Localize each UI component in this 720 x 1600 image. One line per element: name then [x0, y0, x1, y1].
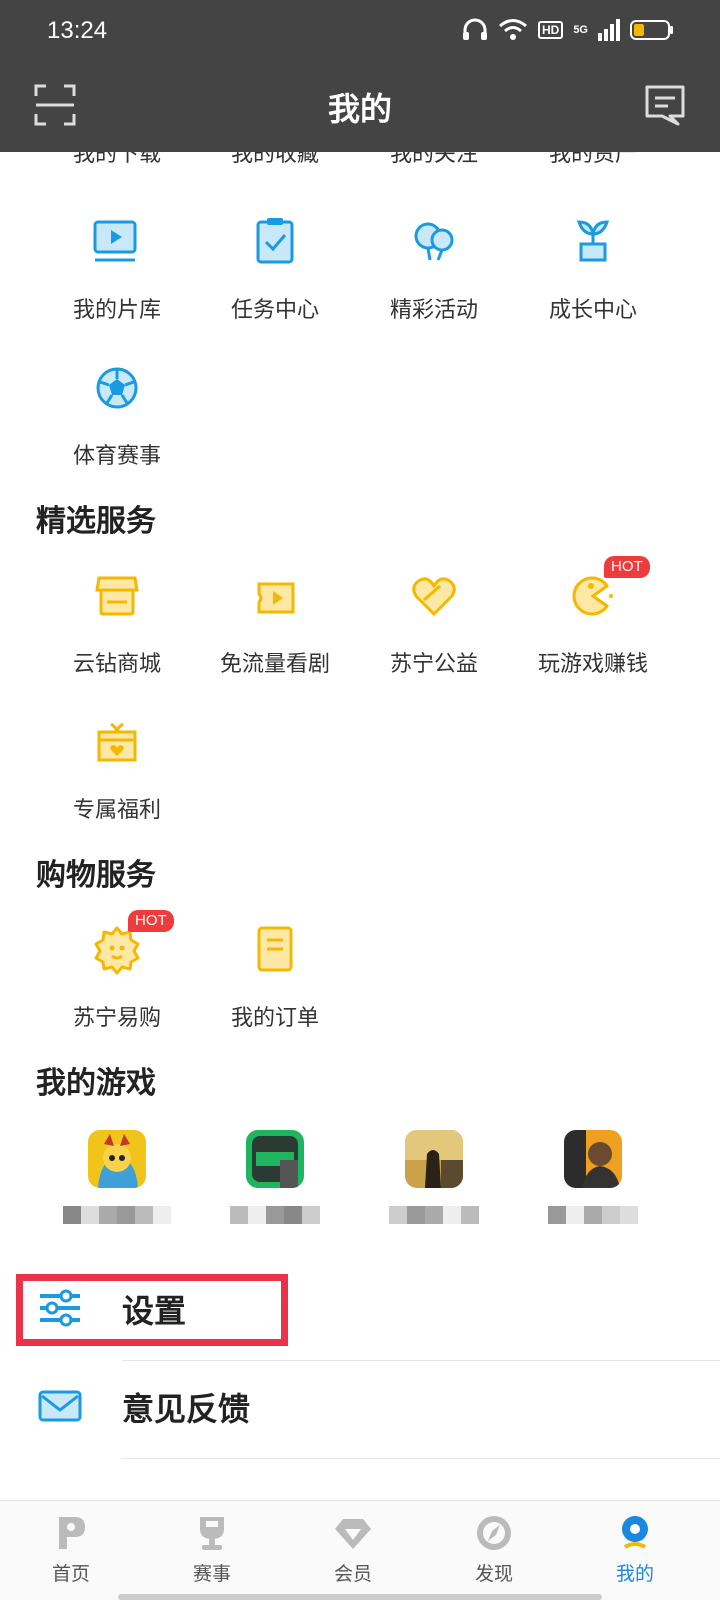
highlight-box	[16, 1274, 288, 1346]
shortcut-row-partial: 我的下载 我的收藏 我的关注 我的资产	[0, 152, 720, 168]
grid-item-my-orders[interactable]: 我的订单	[194, 922, 356, 1032]
section-title-games: 我的游戏	[36, 1066, 156, 1101]
video-library-icon	[93, 220, 137, 262]
tab-discover[interactable]: 发现	[439, 1513, 549, 1586]
section-title-featured: 精选服务	[36, 504, 156, 539]
top-bar: 我的	[0, 62, 720, 152]
grid-item-charity[interactable]: 苏宁公益	[353, 568, 515, 678]
game-item[interactable]	[353, 1130, 515, 1242]
profile-content: 我的下载 我的收藏 我的关注 我的资产 我的片库 任务中心 精彩活动 成长中心 …	[0, 152, 720, 1500]
grid-item-task-center[interactable]: 任务中心	[194, 214, 356, 324]
tab-label: 会员	[333, 1563, 372, 1585]
balloons-icon	[414, 222, 454, 261]
grid-item-label: 苏宁易购	[72, 1006, 161, 1031]
store-icon	[95, 576, 139, 616]
game-name-redacted	[512, 1206, 674, 1242]
tab-home[interactable]: 首页	[16, 1513, 126, 1586]
feedback-label: 意见反馈	[122, 1390, 251, 1428]
diamond-icon	[335, 1519, 371, 1549]
grid-item-label: 我的订单	[230, 1006, 319, 1031]
status-bar: 13:24 HD 5G	[0, 0, 720, 62]
grid-item-label: 苏宁公益	[389, 652, 478, 677]
grid-item-free-data-drama[interactable]: 免流量看剧	[194, 568, 356, 678]
gift-box-icon	[97, 722, 137, 762]
heart-hands-icon	[412, 577, 456, 617]
my-downloads-link[interactable]: 我的下载	[36, 152, 198, 168]
tab-membership[interactable]: 会员	[298, 1513, 408, 1586]
section-title-shopping: 购物服务	[36, 858, 156, 893]
grid-item-store[interactable]: 云钻商城	[36, 568, 198, 678]
grid-item-label: 专属福利	[72, 798, 161, 823]
task-clipboard-icon	[256, 218, 294, 264]
tab-events[interactable]: 赛事	[157, 1513, 267, 1586]
bottom-navigation: 首页 赛事 会员 发现 我的	[0, 1500, 720, 1600]
divider	[122, 1458, 720, 1459]
compass-icon	[477, 1516, 511, 1550]
grid-item-label: 我的片库	[72, 298, 161, 323]
my-assets-link[interactable]: 我的资产	[512, 152, 674, 168]
grid-item-play-earn[interactable]: 玩游戏赚钱	[512, 568, 674, 678]
game-icon	[564, 1130, 622, 1188]
ticket-play-icon	[257, 582, 295, 614]
message-icon[interactable]	[644, 84, 686, 126]
grid-item-label: 云钻商城	[72, 652, 161, 677]
profile-icon	[622, 1516, 648, 1549]
divider	[122, 1360, 720, 1361]
status-time: 13:24	[47, 17, 108, 44]
sprout-icon	[576, 220, 610, 262]
grid-item-label: 体育赛事	[72, 444, 161, 469]
home-indicator	[118, 1594, 602, 1600]
tab-profile[interactable]: 我的	[580, 1513, 690, 1586]
grid-item-label: 玩游戏赚钱	[537, 652, 648, 677]
grid-item-events[interactable]: 精彩活动	[353, 214, 515, 324]
battery-icon	[630, 20, 673, 40]
game-name-redacted	[194, 1206, 356, 1242]
grid-item-suning[interactable]: 苏宁易购	[36, 922, 198, 1032]
grid-item-label: 精彩活动	[389, 298, 478, 323]
headphones-icon	[462, 18, 487, 40]
grid-item-welfare[interactable]: 专属福利	[36, 714, 198, 824]
game-name-redacted	[353, 1206, 515, 1242]
network-label: 5G	[573, 24, 588, 36]
home-icon	[59, 1517, 85, 1549]
my-favorites-link[interactable]: 我的收藏	[194, 152, 356, 168]
tab-label: 首页	[51, 1563, 90, 1585]
page-title: 我的	[327, 90, 392, 128]
hd-badge: HD	[537, 21, 564, 39]
grid-item-label: 任务中心	[230, 298, 319, 323]
grid-item-video-library[interactable]: 我的片库	[36, 214, 198, 324]
game-icon	[405, 1130, 463, 1188]
soccer-ball-icon	[96, 367, 138, 409]
trophy-icon	[200, 1517, 224, 1550]
signal-icon	[598, 19, 620, 41]
grid-item-sports[interactable]: 体育赛事	[36, 360, 198, 470]
wifi-icon	[499, 19, 527, 40]
hot-badge: HOT	[604, 556, 650, 578]
tab-label: 发现	[474, 1563, 513, 1585]
mail-icon	[38, 1390, 82, 1422]
game-name-redacted	[36, 1206, 198, 1242]
game-icon	[246, 1130, 304, 1188]
tab-label: 赛事	[192, 1563, 231, 1585]
tab-label: 我的	[615, 1563, 654, 1585]
my-follows-link[interactable]: 我的关注	[353, 152, 515, 168]
game-icon	[88, 1130, 146, 1188]
hot-badge: HOT	[128, 910, 174, 932]
game-item[interactable]	[36, 1130, 198, 1242]
grid-item-label: 成长中心	[548, 298, 637, 323]
grid-item-label: 免流量看剧	[219, 652, 330, 677]
order-doc-icon	[257, 926, 293, 972]
grid-item-growth-center[interactable]: 成长中心	[512, 214, 674, 324]
game-item[interactable]	[194, 1130, 356, 1242]
feedback-row[interactable]: 意见反馈	[0, 1362, 720, 1458]
game-item[interactable]	[512, 1130, 674, 1242]
